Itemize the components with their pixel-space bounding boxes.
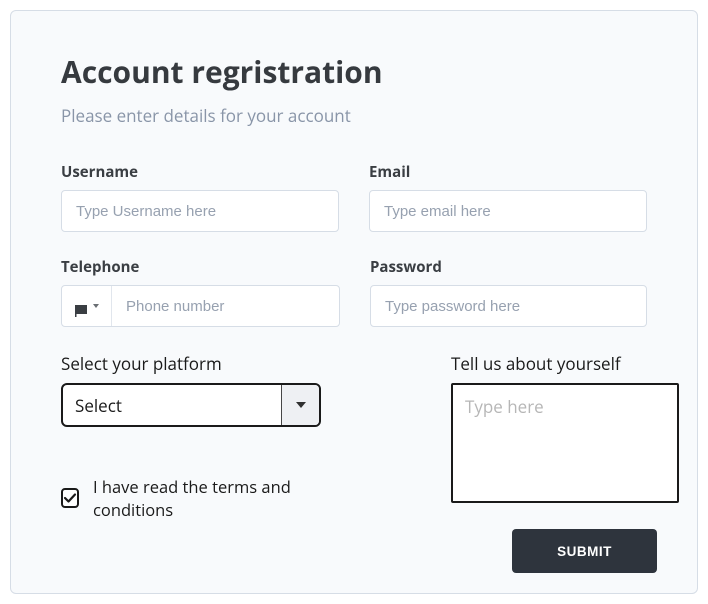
registration-card: Account regristration Please enter detai… <box>10 10 698 594</box>
telephone-input[interactable] <box>112 286 339 326</box>
row-3: Select your platform Select I have read … <box>61 352 647 521</box>
field-password: Password <box>370 257 647 327</box>
username-label: Username <box>61 162 339 182</box>
password-input[interactable] <box>370 285 647 327</box>
field-email: Email <box>369 162 647 232</box>
field-username: Username <box>61 162 339 232</box>
terms-checkbox[interactable] <box>61 488 79 508</box>
phone-input-group <box>61 285 340 327</box>
about-label: Tell us about yourself <box>451 352 679 375</box>
password-label: Password <box>370 257 647 277</box>
page-title: Account regristration <box>61 51 647 92</box>
email-input[interactable] <box>369 190 647 232</box>
platform-select[interactable]: Select <box>61 383 321 427</box>
chevron-down-icon <box>296 402 306 408</box>
field-telephone: Telephone <box>61 257 340 327</box>
chevron-down-icon <box>93 304 99 308</box>
email-label: Email <box>369 162 647 182</box>
right-column: Tell us about yourself <box>451 352 679 521</box>
page-subtitle: Please enter details for your account <box>61 104 647 127</box>
platform-select-value: Select <box>63 385 281 425</box>
check-icon <box>63 491 77 505</box>
platform-select-button <box>281 385 319 425</box>
flag-icon <box>75 300 91 312</box>
terms-row: I have read the terms and conditions <box>61 475 321 521</box>
username-input[interactable] <box>61 190 339 232</box>
about-textarea[interactable] <box>451 383 679 503</box>
left-column: Select your platform Select I have read … <box>61 352 321 521</box>
country-flag-button[interactable] <box>62 286 112 326</box>
row-1: Username Email <box>61 162 647 232</box>
row-2: Telephone Password <box>61 257 647 327</box>
telephone-label: Telephone <box>61 257 340 277</box>
platform-label: Select your platform <box>61 352 321 375</box>
terms-label[interactable]: I have read the terms and conditions <box>93 475 321 521</box>
submit-button[interactable]: SUBMIT <box>512 529 657 573</box>
